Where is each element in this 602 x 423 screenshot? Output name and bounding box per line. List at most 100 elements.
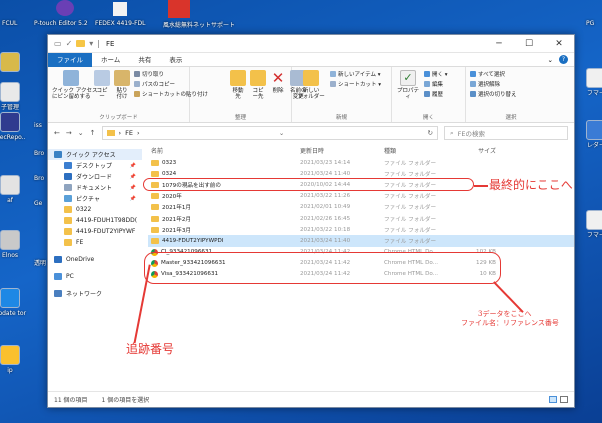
file-type: ファイル フォルダー	[384, 238, 437, 245]
details-view-icon[interactable]	[549, 396, 557, 403]
nav-item[interactable]: ドキュメント 📌	[48, 182, 142, 193]
nav-item[interactable]: 4419-FDUT2YIPYWF	[48, 226, 142, 237]
shortcut-label: レダー	[586, 142, 602, 149]
nav-item[interactable]: クイック アクセス	[48, 149, 142, 160]
select-all-button[interactable]: すべて選択	[470, 70, 517, 78]
column-name[interactable]: 名前	[148, 146, 300, 155]
select-all-icon	[470, 71, 476, 77]
shortcut-icon	[134, 91, 140, 97]
folder-mini-icon[interactable]	[76, 40, 86, 47]
pin-icon[interactable]: 📌	[130, 196, 136, 202]
desktop-label[interactable]: FCUL	[2, 20, 17, 27]
open-group: ✓ プロパティ 開く ▾ 編集 履歴 開く	[392, 67, 466, 122]
pin-icon[interactable]: 📌	[130, 174, 136, 180]
organize-group: 移動先 コピー先 ✕ 削除 名前の 変更 整理	[190, 67, 307, 122]
desktop-label[interactable]: P-touch Editor 5.2	[34, 20, 88, 27]
desktop-shortcut[interactable]: レダー	[576, 120, 602, 149]
nav-item-label: FE	[76, 239, 84, 246]
file-row[interactable]: 4419-FDUT2YIPYWPDI 2021/03/24 11:40 ファイル フ…	[148, 235, 574, 247]
check-mini-icon[interactable]: ✓	[66, 39, 73, 48]
desktop-label[interactable]: iss	[34, 122, 42, 129]
nav-item[interactable]: PC	[48, 271, 142, 282]
desktop-shortcut[interactable]: フマー	[576, 68, 602, 97]
desktop-label[interactable]: 風水総無料ネットサポート	[163, 20, 235, 29]
desktop-shortcut[interactable]: Elnos	[0, 230, 30, 259]
address-dropdown-icon[interactable]: ⌄	[275, 129, 288, 137]
forward-arrow-icon[interactable]: →	[66, 129, 72, 137]
desktop-shortcut[interactable]: elecRepo..	[0, 112, 30, 141]
open-button[interactable]: 開く ▾	[424, 70, 448, 78]
help-icon[interactable]: ?	[559, 55, 568, 64]
file-row[interactable]: 2021年3月 2021/03/22 10:18 ファイル フォルダー	[148, 224, 574, 235]
desktop-shortcut[interactable]: af	[0, 175, 30, 204]
nav-item[interactable]: デスクトップ 📌	[48, 160, 142, 171]
file-row[interactable]: 2021年1月 2021/02/01 10:49 ファイル フォルダー	[148, 202, 574, 213]
tab-home[interactable]: ホーム	[92, 53, 129, 67]
tab-view[interactable]: 表示	[160, 53, 191, 67]
desktop-label[interactable]: 透明	[34, 258, 46, 267]
folder-icon	[151, 159, 159, 166]
annotation-oval-0324	[143, 178, 474, 191]
invert-selection-button[interactable]: 選択の切り替え	[470, 90, 517, 98]
location-icon	[54, 290, 62, 297]
select-group: すべて選択 選択解除 選択の切り替え 選択	[466, 67, 556, 122]
shortcut-icon	[0, 52, 20, 72]
desktop-label[interactable]: FEDEX 4419-FDL	[95, 20, 146, 27]
expand-ribbon-icon[interactable]: ⌄	[548, 56, 553, 64]
shortcut-icon	[0, 288, 20, 308]
file-row[interactable]: 2021年2月 2021/02/26 16:45 ファイル フォルダー	[148, 213, 574, 224]
dropdown-arrow-icon[interactable]: ▾	[89, 39, 93, 48]
column-size[interactable]: サイズ	[454, 146, 496, 155]
file-row[interactable]: 0323 2021/03/23 14:14 ファイル フォルダー	[148, 157, 574, 168]
close-button[interactable]: ✕	[544, 35, 574, 53]
recent-dropdown-icon[interactable]: ⌄	[78, 129, 84, 137]
nav-item[interactable]: ネットワーク	[48, 288, 142, 299]
up-arrow-icon[interactable]: ↑	[90, 129, 96, 137]
desktop-shortcut[interactable]: フマー	[576, 210, 602, 239]
nav-item[interactable]: 4419-FDUH1T98DD(	[48, 215, 142, 226]
select-none-button[interactable]: 選択解除	[470, 80, 517, 88]
nav-item[interactable]: ダウンロード 📌	[48, 171, 142, 182]
kanban-icon[interactable]	[168, 0, 190, 18]
refresh-icon[interactable]: ↻	[424, 129, 437, 137]
pin-icon[interactable]: 📌	[130, 185, 136, 191]
file-date: 2021/03/24 11:40	[300, 237, 351, 244]
desktop-shortcut[interactable]: ip	[0, 345, 30, 374]
maximize-button[interactable]: ☐	[514, 35, 544, 53]
tab-file[interactable]: ファイル	[48, 52, 92, 67]
search-box[interactable]: ⌕ FEの検索	[444, 126, 568, 140]
address-bar[interactable]: › FE › ⌄ ↻	[101, 126, 438, 140]
desktop-label[interactable]: PG	[586, 20, 594, 27]
nav-item[interactable]: ピクチャ 📌	[48, 193, 142, 204]
edit-button[interactable]: 編集	[424, 80, 448, 88]
history-button[interactable]: 履歴	[424, 90, 448, 98]
shortcut-button[interactable]: ショートカット ▾	[330, 80, 381, 88]
nav-item[interactable]: FE	[48, 237, 142, 248]
desktop-shortcut[interactable]: 子管理	[0, 82, 30, 111]
column-type[interactable]: 種類	[384, 146, 454, 155]
nav-item-label: デスクトップ	[76, 163, 113, 170]
pin-icon[interactable]: 📌	[130, 163, 136, 169]
properties-mini-icon[interactable]: ▭	[54, 39, 62, 48]
copy-folder-icon	[250, 70, 266, 86]
p-touch-icon[interactable]	[56, 0, 74, 16]
folder-icon	[151, 226, 159, 233]
address-path[interactable]: FE	[125, 129, 133, 137]
new-item-button[interactable]: 新しいアイテム ▾	[330, 70, 381, 78]
large-icons-view-icon[interactable]	[560, 396, 568, 403]
desktop-label[interactable]: Bro	[34, 175, 44, 182]
fedex-icon[interactable]	[113, 2, 127, 16]
nav-item[interactable]: 0322	[48, 204, 142, 215]
nav-item[interactable]: OneDrive	[48, 254, 142, 265]
back-arrow-icon[interactable]: ←	[54, 129, 60, 137]
folder-icon	[151, 204, 159, 211]
desktop-shortcut[interactable]: Update tor	[0, 288, 30, 317]
open-icon	[424, 71, 430, 77]
desktop-shortcut[interactable]	[0, 52, 30, 74]
desktop-label[interactable]: Bro	[34, 150, 44, 157]
file-type: ファイル フォルダー	[384, 216, 437, 223]
minimize-button[interactable]: ─	[484, 35, 514, 53]
column-date[interactable]: 更新日時	[300, 146, 384, 155]
desktop-label[interactable]: Ge	[34, 200, 42, 207]
tab-share[interactable]: 共有	[129, 53, 160, 67]
